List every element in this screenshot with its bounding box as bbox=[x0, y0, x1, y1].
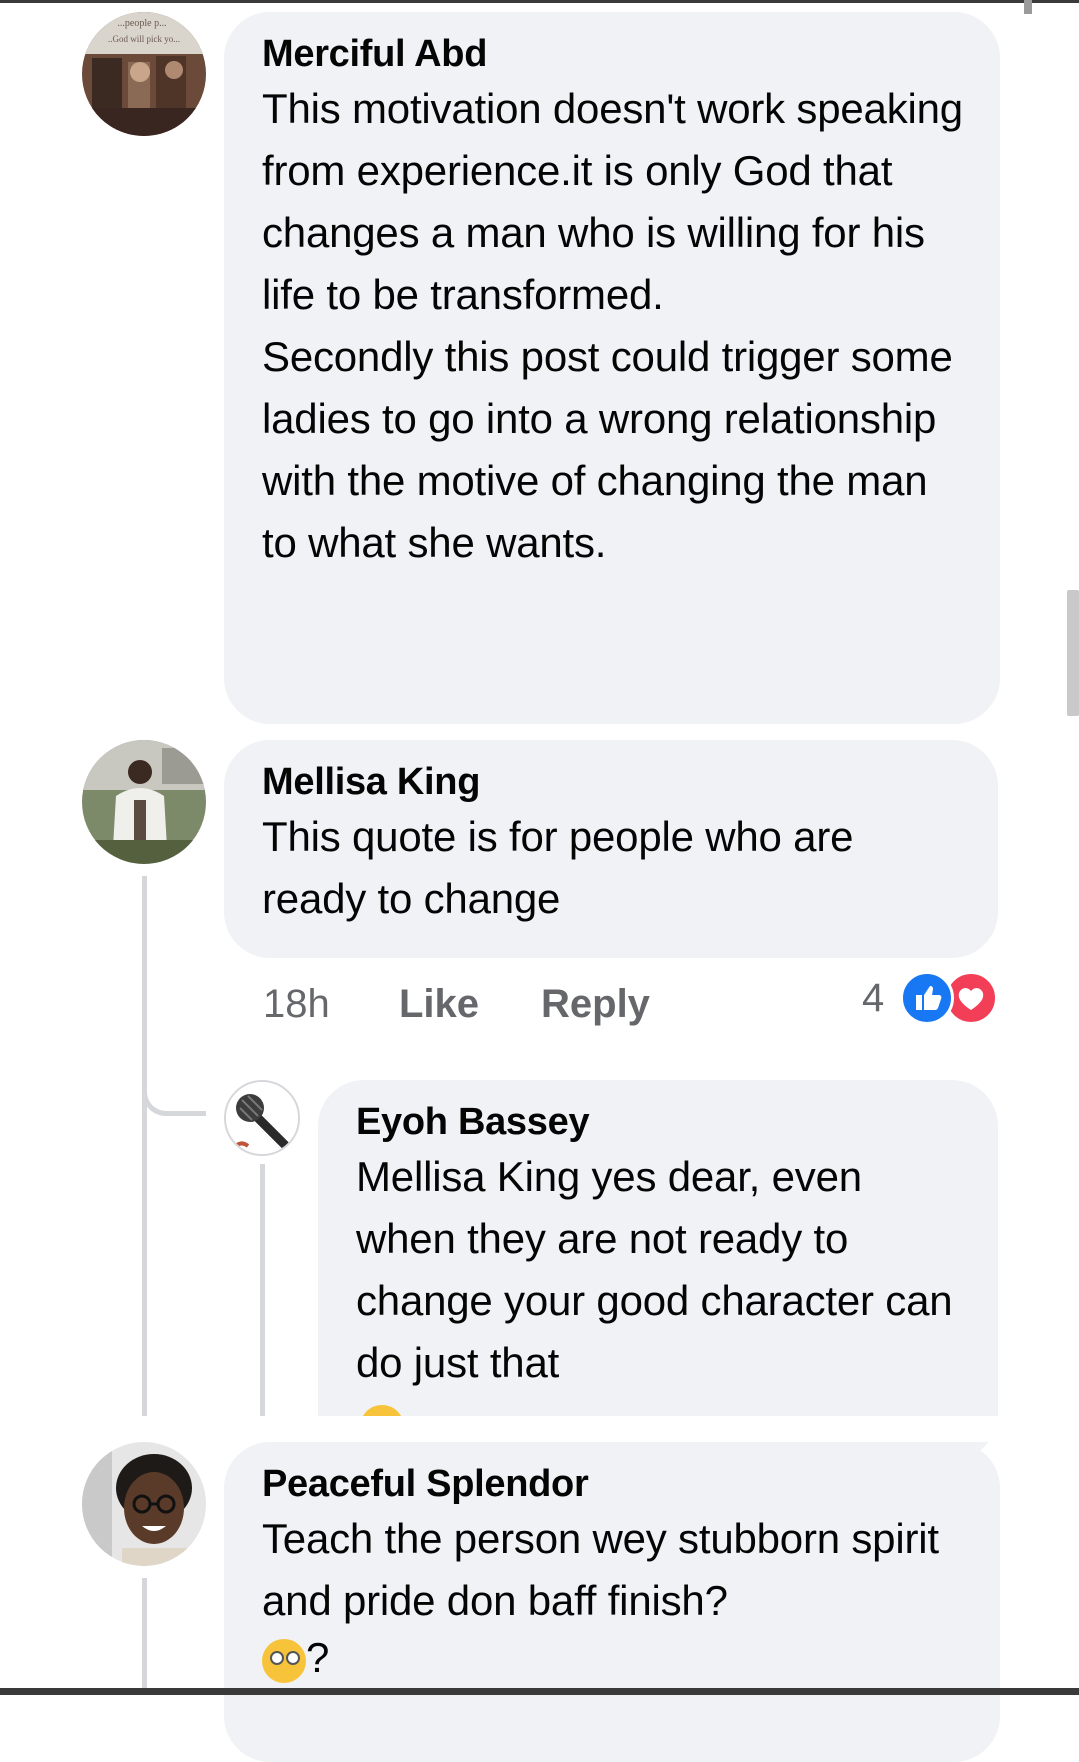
comment-bubble: Mellisa King This quote is for people wh… bbox=[224, 740, 998, 958]
avatar-peaceful-splendor[interactable] bbox=[82, 1442, 206, 1566]
avatar-mellisa-king[interactable] bbox=[82, 740, 206, 864]
avatar-eyoh-bassey[interactable] bbox=[224, 1080, 300, 1156]
comment-text: This motivation doesn't work speaking fr… bbox=[262, 78, 970, 574]
reply-thread-line bbox=[260, 1164, 265, 1416]
like-button[interactable]: Like bbox=[399, 982, 479, 1027]
flushed-face-icon bbox=[262, 1638, 306, 1683]
comment-author[interactable]: Mellisa King bbox=[262, 758, 968, 806]
avatar-merciful-abd[interactable]: ...people p... ..God will pick yo... bbox=[82, 12, 206, 136]
comment-paragraph: This quote is for people who are ready t… bbox=[262, 813, 854, 922]
reply-text: Mellisa King yes dear, even when they ar… bbox=[356, 1146, 968, 1394]
content-divider bbox=[0, 1416, 1079, 1442]
comment-paragraph: Secondly this post could trigger some la… bbox=[262, 333, 953, 566]
comment-text: This quote is for people who are ready t… bbox=[262, 806, 968, 930]
comment-author[interactable]: Peaceful Splendor bbox=[262, 1460, 970, 1508]
reply-button[interactable]: Reply bbox=[541, 982, 650, 1027]
comment-bubble: Peaceful Splendor Teach the person wey s… bbox=[224, 1442, 1000, 1762]
like-icon bbox=[900, 971, 954, 1025]
emoji-line: ? bbox=[262, 1632, 970, 1684]
top-scroll-mark bbox=[1024, 0, 1032, 14]
scrollbar-thumb[interactable] bbox=[1067, 590, 1079, 716]
reply-paragraph: Mellisa King yes dear, even when they ar… bbox=[356, 1153, 953, 1386]
reaction-summary[interactable]: 4 bbox=[860, 971, 1000, 1025]
comment-timestamp: 18h bbox=[263, 982, 330, 1026]
reaction-count: 4 bbox=[862, 976, 885, 1020]
comment-tail: ? bbox=[306, 1634, 330, 1681]
reply-connector bbox=[142, 1070, 206, 1116]
avatar-caption-top: ...people p... bbox=[117, 18, 166, 29]
avatar-caption-bottom: ..God will pick yo... bbox=[108, 34, 180, 44]
thread-line bbox=[142, 876, 147, 1416]
comment-bubble: Merciful Abd This motivation doesn't wor… bbox=[224, 12, 1000, 724]
comment-author[interactable]: Merciful Abd bbox=[262, 30, 970, 78]
thread-line bbox=[142, 1578, 147, 1688]
top-border bbox=[0, 0, 1079, 3]
reply-author[interactable]: Eyoh Bassey bbox=[356, 1098, 968, 1146]
comment-paragraph: Teach the person wey stubborn spirit and… bbox=[262, 1515, 939, 1624]
bottom-border bbox=[0, 1688, 1079, 1695]
comment-text: Teach the person wey stubborn spirit and… bbox=[262, 1508, 970, 1632]
comment-actions: 18h Like Reply bbox=[263, 982, 663, 1032]
comment-paragraph: This motivation doesn't work speaking fr… bbox=[262, 85, 963, 318]
reply-bubble: Eyoh Bassey Mellisa King yes dear, even … bbox=[318, 1080, 998, 1460]
